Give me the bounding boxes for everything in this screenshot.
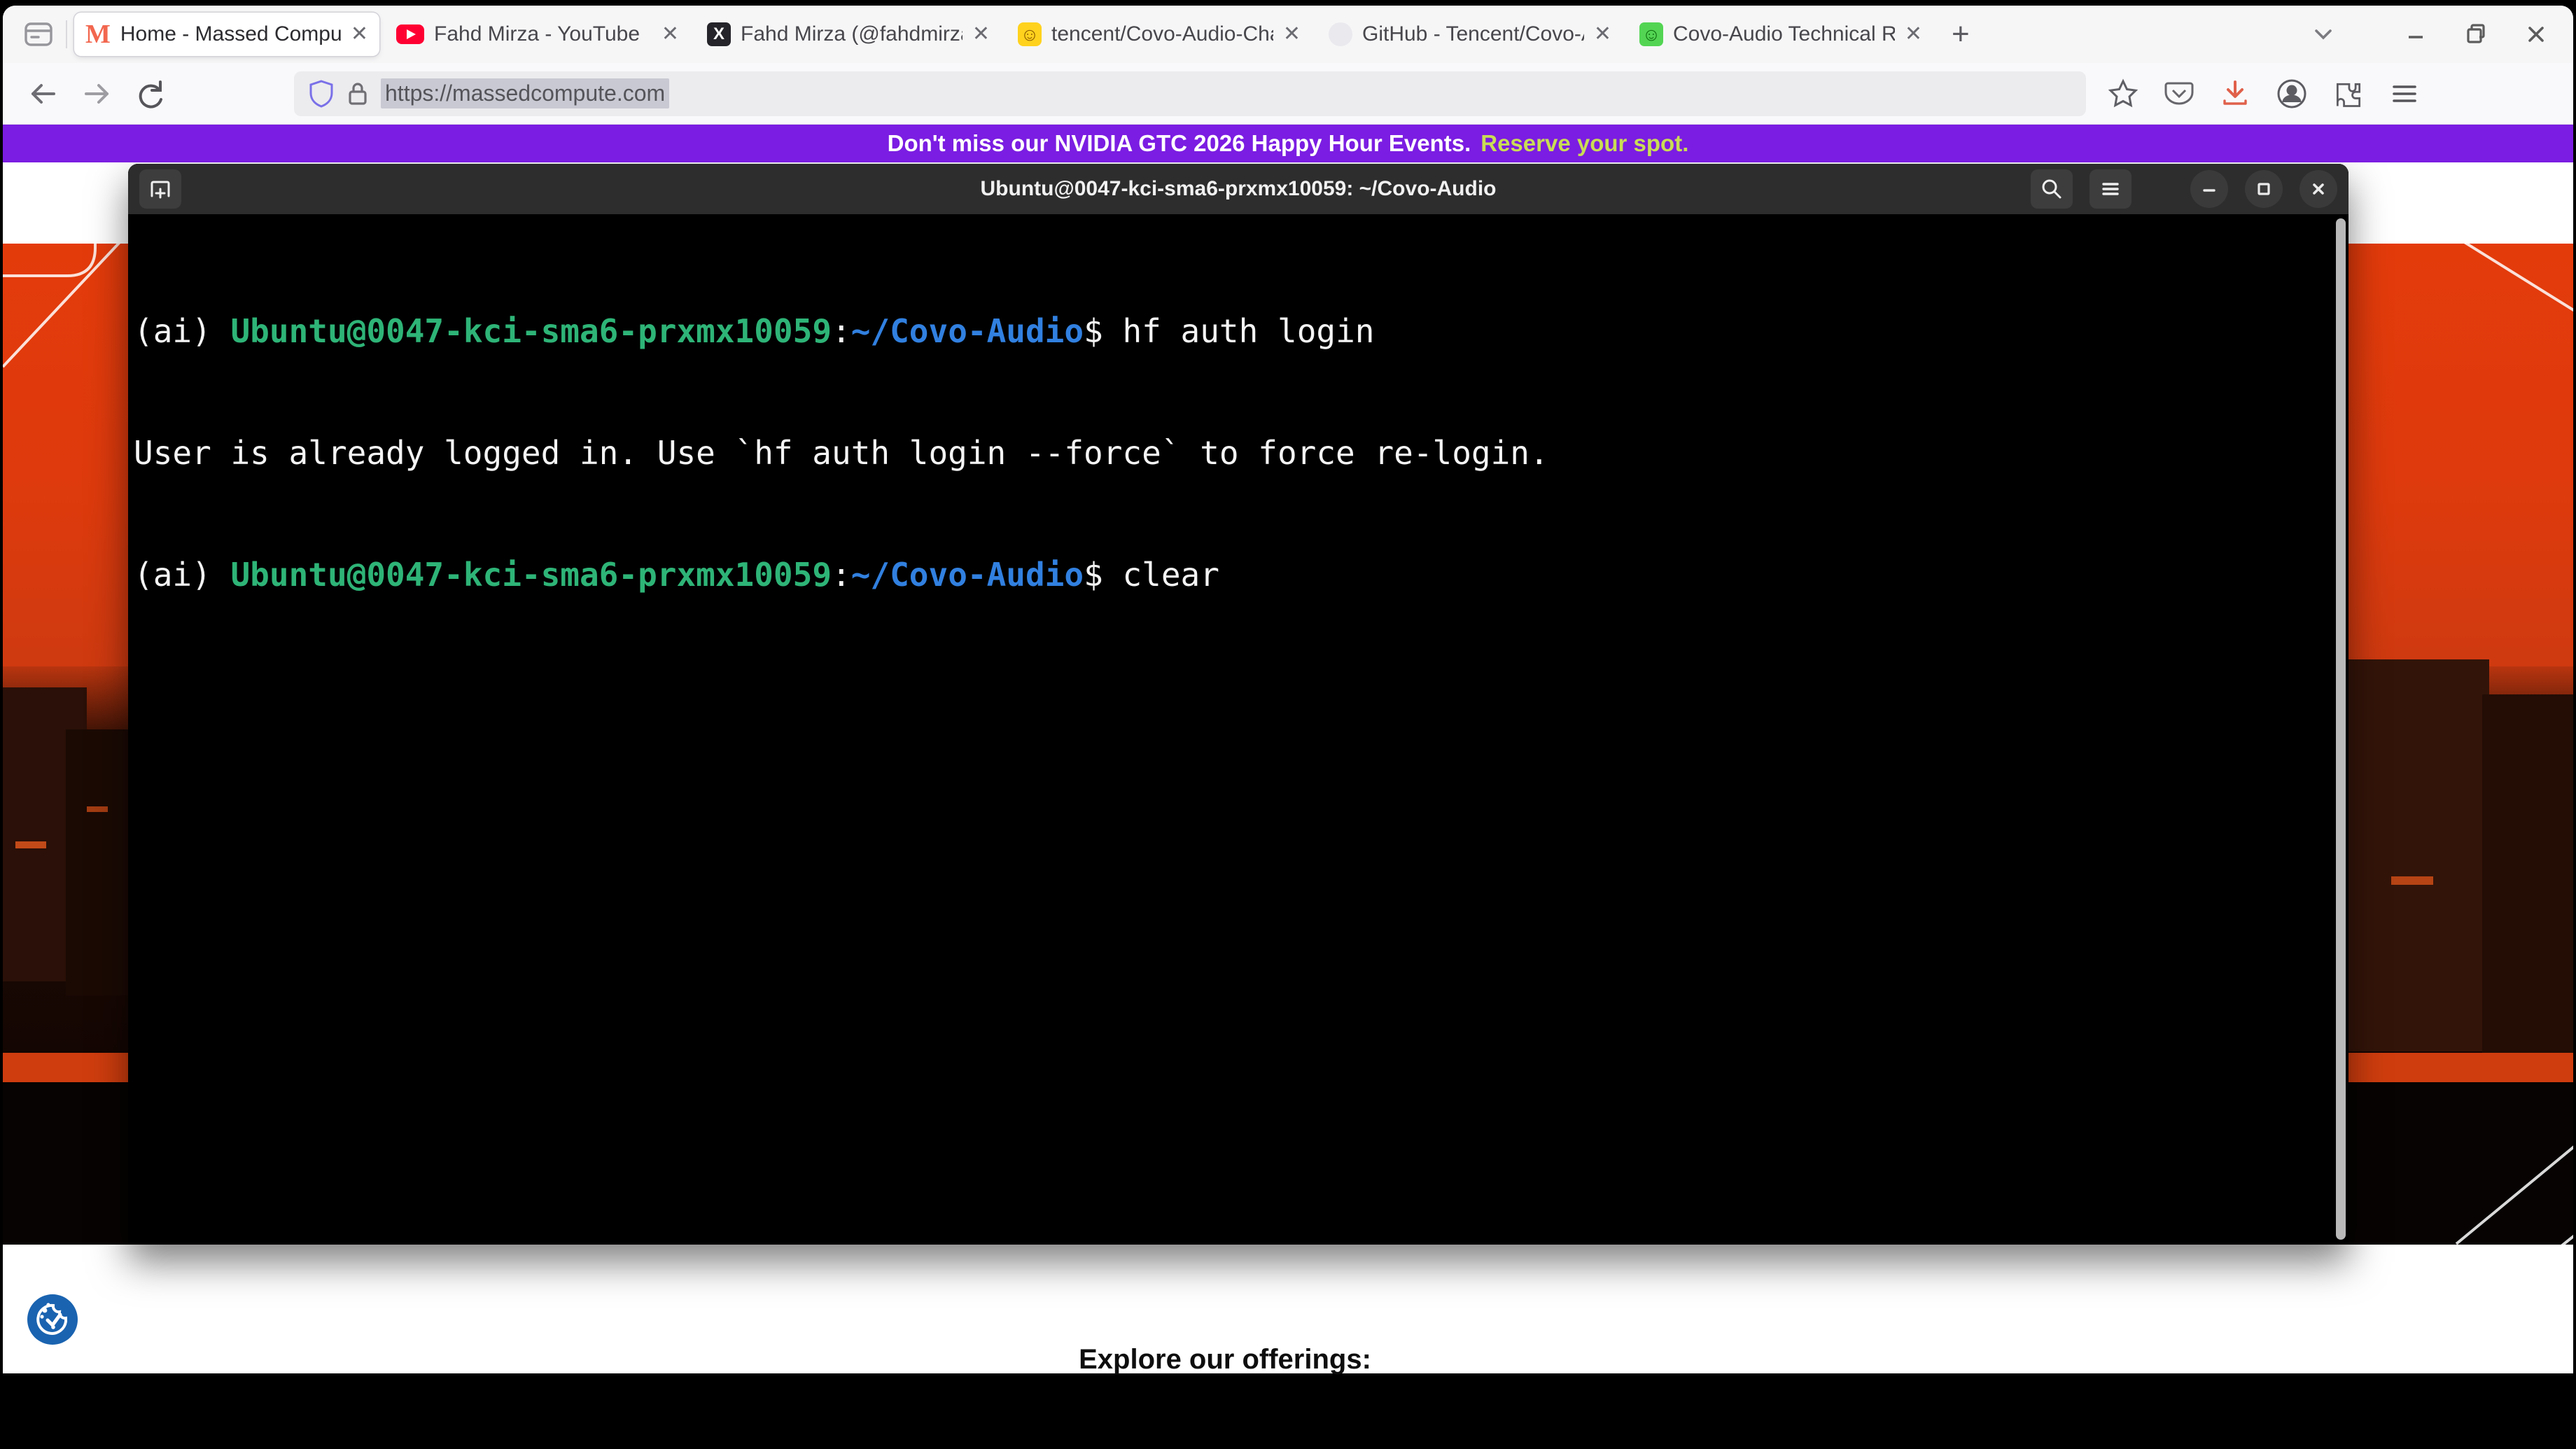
terminal-line: (ai) Ubuntu@0047-kci-sma6-prxmx10059:~/C… — [134, 554, 2328, 595]
prompt-user: Ubuntu@0047-kci-sma6-prxmx10059 — [230, 312, 832, 350]
reload-button[interactable] — [130, 74, 169, 113]
massed-compute-favicon: M — [85, 19, 111, 50]
banner-text: Don't miss our NVIDIA GTC 2026 Happy Hou… — [888, 130, 1471, 157]
browser-close-button[interactable] — [2514, 13, 2558, 56]
firefox-view-icon — [22, 18, 55, 50]
terminal-new-tab-button[interactable] — [139, 169, 181, 209]
prompt-path: ~/Covo-Audio — [851, 556, 1084, 594]
minimize-icon — [2199, 178, 2220, 200]
terminal-window: Ubuntu@0047-kci-sma6-prxmx10059: ~/Covo-… — [128, 164, 2348, 1244]
tab-label: GitHub - Tencent/Covo-A — [1362, 22, 1584, 46]
tab-close-icon[interactable]: ✕ — [972, 24, 990, 45]
green-paper-favicon: ☺ — [1639, 22, 1663, 46]
terminal-line: User is already logged in. Use `hf auth … — [134, 433, 2328, 473]
url-bar[interactable]: https://massedcompute.com — [294, 71, 2086, 116]
city-building — [66, 729, 136, 995]
extensions-puzzle-icon[interactable] — [2332, 78, 2365, 110]
terminal-titlebar-controls — [2031, 169, 2337, 209]
url-text[interactable]: https://massedcompute.com — [381, 78, 669, 108]
back-arrow-icon — [26, 76, 61, 111]
download-icon[interactable] — [2219, 78, 2251, 110]
terminal-title: Ubuntu@0047-kci-sma6-prxmx10059: ~/Covo-… — [981, 177, 1497, 201]
close-icon — [2308, 178, 2329, 200]
tab-label: Covo-Audio Technical Re — [1673, 22, 1895, 46]
tab-close-icon[interactable]: ✕ — [1283, 24, 1301, 45]
tab-github-covo-audio[interactable]: GitHub - Tencent/Covo-A ✕ — [1317, 13, 1623, 56]
tab-youtube[interactable]: Fahd Mirza - YouTube ✕ — [385, 13, 690, 56]
list-all-tabs-button[interactable] — [2302, 13, 2345, 56]
shield-icon — [308, 79, 335, 108]
browser-restore-button[interactable] — [2454, 13, 2498, 56]
chevron-down-icon — [2309, 20, 2337, 48]
browser-window: M Home - Massed Compute ✕ Fahd Mirza - Y… — [3, 6, 2573, 1449]
terminal-menu-button[interactable] — [2090, 169, 2132, 209]
prompt-path: ~/Covo-Audio — [851, 312, 1084, 350]
minimize-icon — [2402, 20, 2430, 48]
menu-hamburger-icon — [2098, 176, 2123, 202]
tab-label: tencent/Covo-Audio-Cha — [1051, 22, 1273, 46]
city-building — [2328, 659, 2489, 1051]
banner-link[interactable]: Reserve your spot. — [1480, 130, 1688, 157]
maximize-icon — [2253, 178, 2274, 200]
tab-label: Fahd Mirza (@fahdmirza — [741, 22, 962, 46]
terminal-output[interactable]: (ai) Ubuntu@0047-kci-sma6-prxmx10059:~/C… — [128, 214, 2348, 1244]
city-light — [87, 806, 108, 812]
tab-bar: M Home - Massed Compute ✕ Fahd Mirza - Y… — [3, 6, 2573, 63]
cookie-check-icon — [27, 1294, 78, 1345]
terminal-minimize-button[interactable] — [2190, 170, 2228, 208]
city-light — [2391, 876, 2433, 885]
terminal-scrollbar[interactable] — [2336, 218, 2346, 1240]
tab-close-icon[interactable]: ✕ — [1905, 24, 1922, 45]
output-text: User is already logged in. Use `hf auth … — [134, 434, 1549, 472]
terminal-close-button[interactable] — [2300, 170, 2337, 208]
city-building — [2482, 694, 2573, 1058]
pocket-icon[interactable] — [2163, 78, 2195, 110]
terminal-new-tab-icon — [146, 175, 174, 203]
reload-icon — [132, 76, 167, 111]
cookie-consent-button[interactable] — [27, 1294, 78, 1345]
terminal-maximize-button[interactable] — [2245, 170, 2283, 208]
account-icon[interactable] — [2275, 77, 2309, 111]
lock-icon — [346, 80, 370, 108]
tab-covo-audio-technical-report[interactable]: ☺ Covo-Audio Technical Re ✕ — [1628, 13, 1933, 56]
github-favicon — [1329, 22, 1352, 46]
search-icon — [2038, 176, 2065, 202]
promo-banner: Don't miss our NVIDIA GTC 2026 Happy Hou… — [3, 125, 2573, 162]
youtube-favicon — [396, 24, 424, 44]
tab-huggingface-covo-audio[interactable]: ☺ tencent/Covo-Audio-Cha ✕ — [1007, 13, 1312, 56]
tab-close-icon[interactable]: ✕ — [662, 24, 679, 45]
restore-window-icon — [2462, 20, 2490, 48]
close-icon — [2522, 20, 2550, 48]
city-light — [15, 841, 46, 848]
tab-close-icon[interactable]: ✕ — [1594, 24, 1611, 45]
tab-close-icon[interactable]: ✕ — [351, 24, 368, 45]
terminal-titlebar[interactable]: Ubuntu@0047-kci-sma6-prxmx10059: ~/Covo-… — [128, 164, 2348, 214]
toolbar-icons — [2107, 77, 2421, 111]
command-text: hf auth login — [1103, 312, 1375, 350]
terminal-line: (ai) Ubuntu@0047-kci-sma6-prxmx10059:~/C… — [134, 311, 2328, 351]
firefox-view-button[interactable] — [18, 14, 59, 55]
footer-black-bar — [3, 1373, 2573, 1449]
explore-offerings-heading: Explore our offerings: — [3, 1344, 2447, 1376]
navigation-toolbar: https://massedcompute.com — [3, 63, 2573, 125]
forward-arrow-icon — [79, 76, 114, 111]
browser-minimize-button[interactable] — [2394, 13, 2437, 56]
tab-label: Fahd Mirza - YouTube — [434, 22, 652, 46]
prompt-user: Ubuntu@0047-kci-sma6-prxmx10059 — [230, 556, 832, 594]
forward-button[interactable] — [77, 74, 116, 113]
x-favicon: X — [707, 22, 731, 46]
tab-x-fahdmirza[interactable]: X Fahd Mirza (@fahdmirza ✕ — [696, 13, 1001, 56]
tab-home-massed-compute[interactable]: M Home - Massed Compute ✕ — [74, 13, 379, 56]
back-button[interactable] — [24, 74, 63, 113]
terminal-search-button[interactable] — [2031, 169, 2073, 209]
bookmark-star-icon[interactable] — [2107, 78, 2139, 110]
menu-hamburger-icon[interactable] — [2388, 78, 2421, 110]
tab-separator — [66, 20, 67, 48]
huggingface-favicon: ☺ — [1018, 22, 1042, 46]
page-content: Ubuntu@0047-kci-sma6-prxmx10059: ~/Covo-… — [3, 162, 2573, 1449]
tab-label: Home - Massed Compute — [120, 22, 341, 46]
command-text: clear — [1103, 556, 1219, 594]
new-tab-button[interactable]: + — [1939, 17, 1982, 52]
